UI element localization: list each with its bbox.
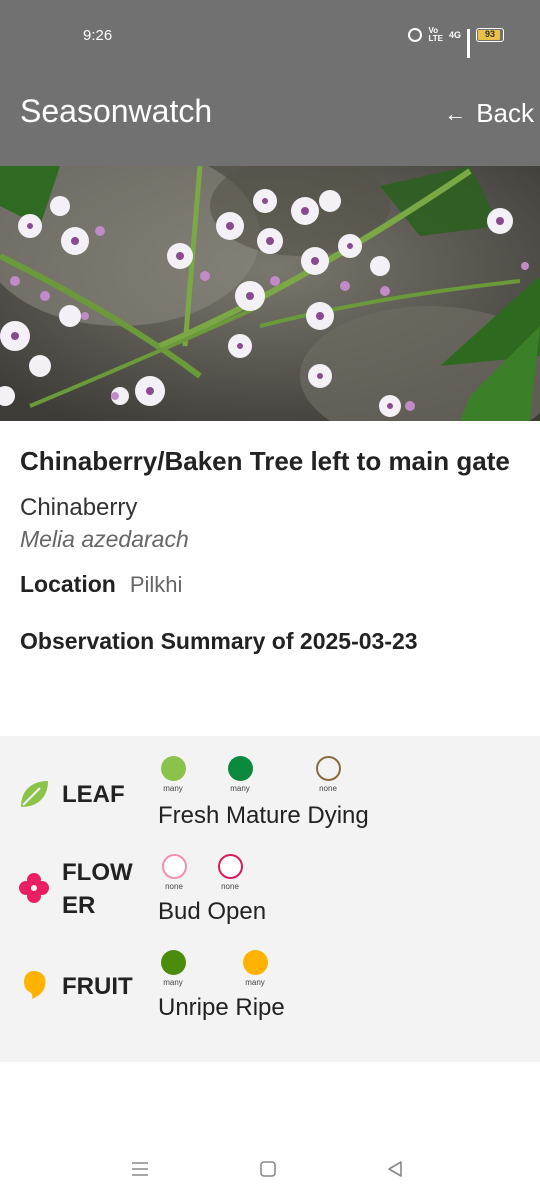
menu-icon[interactable] <box>130 1160 150 1183</box>
status-icons: Vo LTE 4G 93 <box>408 26 504 62</box>
stage-names-fruit: Unripe Ripe <box>158 994 285 1021</box>
stage-quantity: none <box>165 882 183 891</box>
phase-label-flower: FLOW ER <box>62 856 133 922</box>
observation-summary-panel: LEAF many many none Fresh Mature Dying F… <box>0 736 540 1062</box>
app-title: Seasonwatch <box>20 93 213 129</box>
stage-unripe: many <box>158 950 188 987</box>
stage-quantity: many <box>163 784 183 793</box>
stage-dying: none <box>313 756 343 793</box>
stage-indicator <box>160 756 186 781</box>
battery-icon: 93 <box>476 28 504 42</box>
stage-indicator <box>160 950 186 975</box>
tree-photo <box>0 166 540 421</box>
signal-icon <box>467 29 470 62</box>
tree-title: Chinaberry/Baken Tree left to main gate <box>20 446 510 476</box>
stage-quantity: many <box>163 978 183 987</box>
location-label: Location <box>20 571 116 597</box>
leaf-icon <box>18 778 50 815</box>
stage-indicator <box>315 756 341 781</box>
stage-open: none <box>215 854 245 891</box>
stage-indicator <box>161 854 187 879</box>
stage-indicator <box>227 756 253 781</box>
home-square-icon[interactable] <box>259 1160 277 1183</box>
stage-fresh: many <box>158 756 188 793</box>
system-nav-bar <box>0 1140 540 1200</box>
back-button[interactable]: ← Back <box>444 98 534 129</box>
stage-mature: many <box>225 756 255 793</box>
back-triangle-icon[interactable] <box>386 1160 404 1183</box>
back-label: Back <box>476 98 534 128</box>
network-type-label: 4G <box>448 30 461 40</box>
stage-names-leaf: Fresh Mature Dying <box>158 802 369 829</box>
alarm-icon <box>408 28 423 42</box>
fruit-icon <box>18 968 50 1005</box>
phase-label-flower-line1: FLOW <box>62 859 133 886</box>
phase-label-leaf: LEAF <box>62 781 125 808</box>
stage-bud: none <box>159 854 189 891</box>
stage-indicator <box>217 854 243 879</box>
volte-icon: Vo LTE <box>428 26 443 43</box>
status-bar: 9:26 Vo LTE 4G 93 <box>0 0 540 62</box>
phase-label-flower-line2: ER <box>62 892 96 919</box>
stage-names-flower: Bud Open <box>158 898 267 925</box>
arrow-left-icon: ← <box>444 100 467 126</box>
app-bar: Seasonwatch ← Back <box>0 58 540 166</box>
common-name: Chinaberry <box>20 494 138 521</box>
location-row: Location Pilkhi <box>20 571 520 598</box>
tree-photo-illustration <box>0 166 540 421</box>
stage-quantity: none <box>221 882 239 891</box>
stage-indicator <box>242 950 268 975</box>
battery-level: 93 <box>484 29 495 39</box>
status-time: 9:26 <box>83 27 113 44</box>
location-value: Pilkhi <box>129 572 183 597</box>
scientific-name: Melia azedarach <box>20 526 189 552</box>
phase-label-fruit: FRUIT <box>62 973 133 1000</box>
stage-quantity: many <box>245 978 265 987</box>
stage-ripe: many <box>240 950 270 987</box>
stage-quantity: none <box>319 784 337 793</box>
stage-quantity: many <box>230 784 250 793</box>
observation-summary-title: Observation Summary of 2025-03-23 <box>20 628 418 654</box>
flower-icon <box>18 872 50 909</box>
tree-details: Chinaberry/Baken Tree left to main gate … <box>0 421 540 655</box>
